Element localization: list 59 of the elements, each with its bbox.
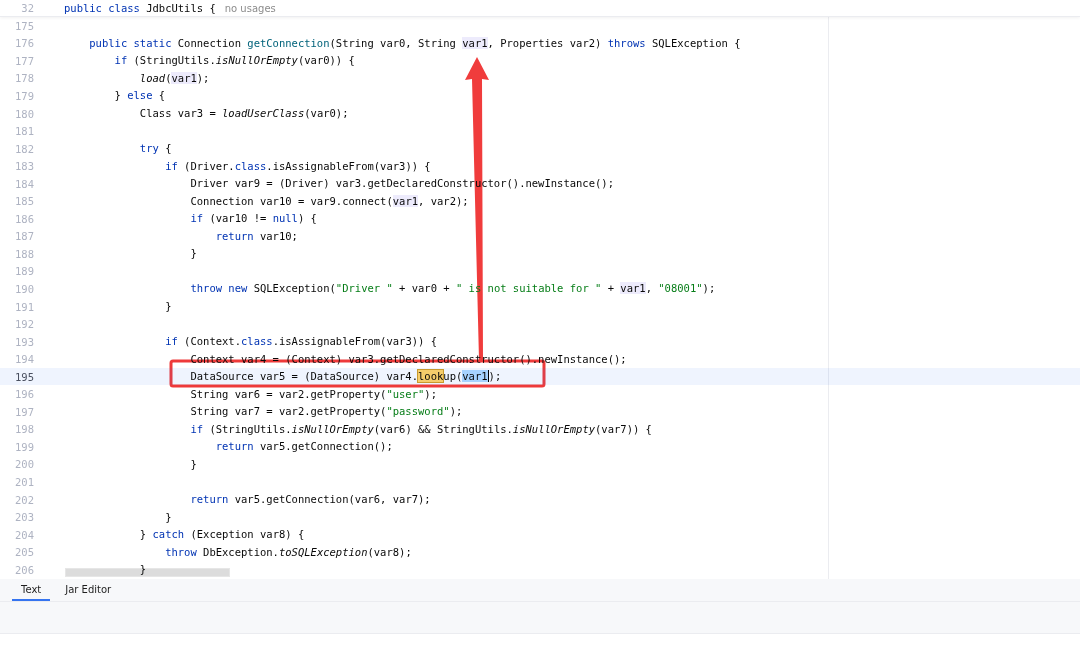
line-number: 176 [14, 37, 34, 50]
code-line: } [164, 299, 172, 314]
line-number: 190 [14, 282, 34, 295]
line-number: 175 [14, 19, 34, 32]
line-number: 196 [14, 388, 34, 401]
code-line: return var5.getConnection(); [214, 439, 393, 455]
code-line: } [164, 509, 172, 525]
line-number: 199 [14, 440, 34, 453]
line-number: 177 [14, 54, 34, 67]
line-number: 179 [14, 89, 34, 102]
code-line: if (StringUtils.isNullOrEmpty(var0)) { [113, 53, 355, 69]
code-line: } [138, 562, 147, 578]
line-number: 183 [14, 160, 34, 173]
line-number: 206 [14, 563, 34, 576]
code-line: public static Connection getConnection(String var0, String var1, Properties var2) throws SQLException { [88, 35, 741, 51]
line-number: 195 [14, 370, 34, 383]
code-line: return var5.getConnection(var6, var7); [189, 492, 431, 508]
code-line: public class JdbcUtils { [64, 0, 216, 16]
code-line: if (StringUtils.isNullOrEmpty(var6) && StringUtils.isNullOrEmpty(var7)) { [189, 421, 652, 437]
line-number: 198 [14, 423, 34, 436]
code-line: Connection var10 = var9.connect(var1, var2); [189, 193, 469, 209]
code-line: try { [138, 141, 172, 157]
line-number: 180 [14, 107, 34, 120]
line-number: 187 [14, 230, 34, 243]
code-line: } [189, 456, 197, 472]
usage-hint: no usages [224, 2, 276, 14]
code-line: Class var3 = loadUserClass(var0); [138, 106, 349, 121]
line-number: 205 [14, 546, 34, 559]
code-line: if (Context.class.isAssignableFrom(var3)) { [164, 334, 437, 350]
line-number: 185 [14, 195, 34, 208]
line-number: 182 [14, 142, 34, 155]
line-number: 189 [14, 265, 34, 278]
code-line: } else { [113, 88, 166, 104]
line-number: 194 [14, 353, 34, 366]
line-number: 204 [14, 528, 34, 541]
line-number: 181 [14, 125, 34, 138]
code-line: return var10; [214, 228, 298, 244]
line-number: 201 [14, 476, 34, 488]
line-number: 200 [14, 458, 34, 471]
code-line: } catch (Exception var8) { [138, 527, 305, 543]
line-number: 184 [14, 177, 34, 190]
line-number: 197 [14, 405, 34, 418]
line-number: 178 [14, 72, 34, 85]
line-number: 203 [14, 511, 34, 524]
line-number: 191 [14, 300, 34, 313]
code-line: } [189, 246, 197, 262]
line-number: 193 [14, 335, 34, 348]
line-number: 32 [20, 2, 34, 14]
line-number: 188 [14, 247, 34, 260]
line-number: 186 [14, 212, 34, 225]
code-line: if (Driver.class.isAssignableFrom(var3)) { [164, 158, 431, 174]
code-line: throw DbException.toSQLException(var8); [164, 544, 412, 560]
editor-tab[interactable]: Jar Editor [56, 579, 121, 601]
code-line: String var6 = var2.getProperty("user"); [189, 386, 437, 402]
line-number: 192 [14, 318, 34, 331]
line-number: 202 [14, 493, 34, 506]
code-line: if (var10 != null) { [189, 211, 317, 227]
code-line: load(var1); [138, 70, 210, 86]
code-line: String var7 = var2.getProperty("password"); [189, 404, 463, 420]
